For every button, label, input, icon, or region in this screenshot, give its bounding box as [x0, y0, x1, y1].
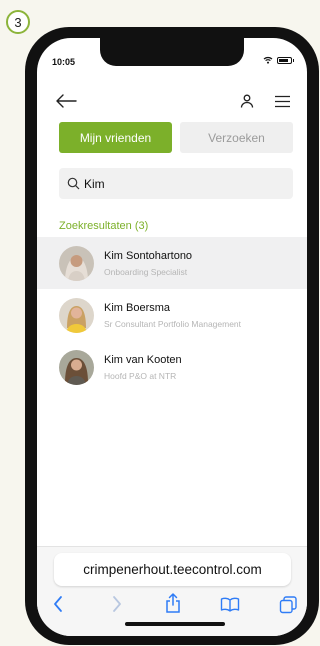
- person-icon[interactable]: [240, 94, 254, 108]
- menu-icon[interactable]: [274, 95, 291, 108]
- tab-my-friends[interactable]: Mijn vrienden: [59, 122, 172, 153]
- phone-screen: 10:05 Mijn vrienden Verzoeken Kim Zoekre…: [37, 38, 307, 636]
- step-badge: 3: [6, 10, 30, 34]
- result-name: Kim van Kooten: [104, 353, 182, 366]
- chevron-left-icon[interactable]: [53, 595, 63, 613]
- share-icon[interactable]: [165, 592, 181, 614]
- search-value: Kim: [84, 176, 105, 191]
- bookmarks-icon[interactable]: [220, 597, 240, 612]
- back-arrow-icon[interactable]: [55, 94, 77, 108]
- phone-frame: 10:05 Mijn vrienden Verzoeken Kim Zoekre…: [25, 27, 319, 645]
- result-name: Kim Sontohartono: [104, 249, 193, 262]
- wifi-icon: [263, 56, 273, 64]
- notch: [100, 38, 244, 66]
- home-indicator: [125, 622, 225, 626]
- avatar: [59, 349, 94, 385]
- results-list: Kim Sontohartono Onboarding Specialist K…: [37, 237, 307, 393]
- list-item[interactable]: Kim Sontohartono Onboarding Specialist: [37, 237, 307, 289]
- tabs-icon[interactable]: [279, 596, 297, 614]
- search-input[interactable]: Kim: [59, 168, 293, 199]
- search-icon: [67, 177, 80, 190]
- list-item[interactable]: Kim Boersma Sr Consultant Portfolio Mana…: [37, 289, 307, 341]
- status-icons: [263, 56, 294, 64]
- step-number: 3: [14, 14, 22, 30]
- tab-requests[interactable]: Verzoeken: [180, 122, 293, 153]
- address-bar[interactable]: crimpenerhout.teecontrol.com: [54, 553, 291, 586]
- avatar: [59, 297, 94, 333]
- status-time: 10:05: [52, 57, 76, 67]
- result-name: Kim Boersma: [104, 301, 171, 314]
- result-role: Hoofd P&O at NTR: [104, 370, 177, 381]
- chevron-right-icon[interactable]: [112, 595, 122, 613]
- result-role: Onboarding Specialist: [104, 266, 188, 277]
- result-role: Sr Consultant Portfolio Management: [104, 318, 242, 329]
- battery-icon: [277, 56, 294, 64]
- avatar: [59, 245, 94, 281]
- results-heading: Zoekresultaten (3): [59, 220, 149, 232]
- list-item[interactable]: Kim van Kooten Hoofd P&O at NTR: [37, 341, 307, 393]
